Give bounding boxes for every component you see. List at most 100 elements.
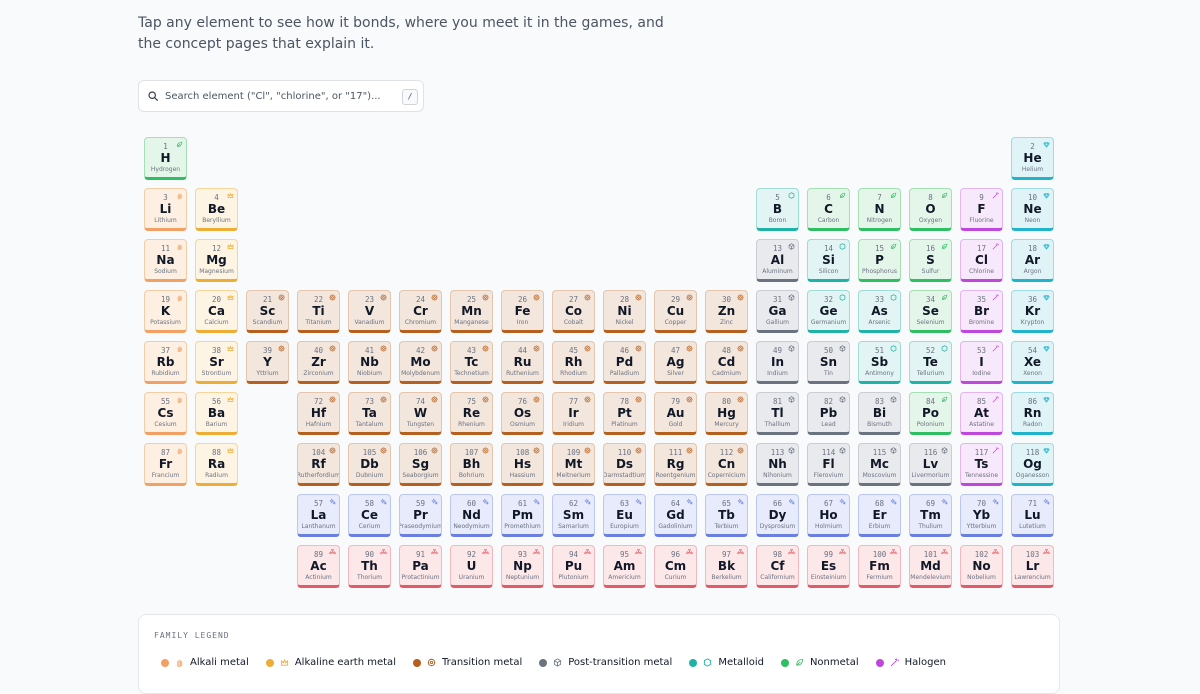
element-tile-lawrencium[interactable]: 103 Lr Lawrencium: [1011, 545, 1054, 588]
element-tile-praseodymium[interactable]: 59 Pr Praseodymium: [399, 494, 442, 537]
element-tile-seaborgium[interactable]: 106 Sg Seaborgium: [399, 443, 442, 486]
element-tile-hydrogen[interactable]: 1 H Hydrogen: [144, 137, 187, 180]
element-tile-neon[interactable]: 10 Ne Neon: [1011, 188, 1054, 231]
element-tile-californium[interactable]: 98 Cf Californium: [756, 545, 799, 588]
element-tile-hafnium[interactable]: 72 Hf Hafnium: [297, 392, 340, 435]
element-tile-polonium[interactable]: 84 Po Polonium: [909, 392, 952, 435]
element-tile-phosphorus[interactable]: 15 P Phosphorus: [858, 239, 901, 282]
element-tile-lutetium[interactable]: 71 Lu Lutetium: [1011, 494, 1054, 537]
element-tile-iridium[interactable]: 77 Ir Iridium: [552, 392, 595, 435]
element-tile-samarium[interactable]: 62 Sm Samarium: [552, 494, 595, 537]
element-tile-einsteinium[interactable]: 99 Es Einsteinium: [807, 545, 850, 588]
element-tile-lead[interactable]: 82 Pb Lead: [807, 392, 850, 435]
element-tile-tennessine[interactable]: 117 Ts Tennessine: [960, 443, 1003, 486]
element-tile-berkelium[interactable]: 97 Bk Berkelium: [705, 545, 748, 588]
element-tile-cobalt[interactable]: 27 Co Cobalt: [552, 290, 595, 333]
element-tile-antimony[interactable]: 51 Sb Antimony: [858, 341, 901, 384]
element-tile-titanium[interactable]: 22 Ti Titanium: [297, 290, 340, 333]
element-tile-nihonium[interactable]: 113 Nh Nihonium: [756, 443, 799, 486]
element-tile-barium[interactable]: 56 Ba Barium: [195, 392, 238, 435]
element-tile-nickel[interactable]: 28 Ni Nickel: [603, 290, 646, 333]
element-tile-tellurium[interactable]: 52 Te Tellurium: [909, 341, 952, 384]
element-tile-sulfur[interactable]: 16 S Sulfur: [909, 239, 952, 282]
element-tile-tin[interactable]: 50 Sn Tin: [807, 341, 850, 384]
element-tile-roentgenium[interactable]: 111 Rg Roentgenium: [654, 443, 697, 486]
element-tile-indium[interactable]: 49 In Indium: [756, 341, 799, 384]
element-tile-yttrium[interactable]: 39 Y Yttrium: [246, 341, 289, 384]
element-tile-radon[interactable]: 86 Rn Radon: [1011, 392, 1054, 435]
element-tile-helium[interactable]: 2 He Helium: [1011, 137, 1054, 180]
element-tile-platinum[interactable]: 78 Pt Platinum: [603, 392, 646, 435]
element-tile-gadolinium[interactable]: 64 Gd Gadolinium: [654, 494, 697, 537]
element-tile-terbium[interactable]: 65 Tb Terbium: [705, 494, 748, 537]
element-tile-argon[interactable]: 18 Ar Argon: [1011, 239, 1054, 282]
element-tile-nobelium[interactable]: 102 No Nobelium: [960, 545, 1003, 588]
element-tile-strontium[interactable]: 38 Sr Strontium: [195, 341, 238, 384]
element-tile-tungsten[interactable]: 74 W Tungsten: [399, 392, 442, 435]
element-tile-fluorine[interactable]: 9 F Fluorine: [960, 188, 1003, 231]
element-tile-mercury[interactable]: 80 Hg Mercury: [705, 392, 748, 435]
element-tile-astatine[interactable]: 85 At Astatine: [960, 392, 1003, 435]
element-tile-bromine[interactable]: 35 Br Bromine: [960, 290, 1003, 333]
element-tile-uranium[interactable]: 92 U Uranium: [450, 545, 493, 588]
element-tile-livermorium[interactable]: 116 Lv Livermorium: [909, 443, 952, 486]
element-tile-meitnerium[interactable]: 109 Mt Meitnerium: [552, 443, 595, 486]
element-tile-plutonium[interactable]: 94 Pu Plutonium: [552, 545, 595, 588]
element-tile-cesium[interactable]: 55 Cs Cesium: [144, 392, 187, 435]
element-tile-cadmium[interactable]: 48 Cd Cadmium: [705, 341, 748, 384]
element-tile-darmstadtium[interactable]: 110 Ds Darmstadtium: [603, 443, 646, 486]
element-tile-neptunium[interactable]: 93 Np Neptunium: [501, 545, 544, 588]
element-tile-silver[interactable]: 47 Ag Silver: [654, 341, 697, 384]
element-tile-manganese[interactable]: 25 Mn Manganese: [450, 290, 493, 333]
element-tile-oganesson[interactable]: 118 Og Oganesson: [1011, 443, 1054, 486]
element-tile-tantalum[interactable]: 73 Ta Tantalum: [348, 392, 391, 435]
element-tile-europium[interactable]: 63 Eu Europium: [603, 494, 646, 537]
element-tile-osmium[interactable]: 76 Os Osmium: [501, 392, 544, 435]
element-tile-silicon[interactable]: 14 Si Silicon: [807, 239, 850, 282]
element-tile-niobium[interactable]: 41 Nb Niobium: [348, 341, 391, 384]
element-tile-chlorine[interactable]: 17 Cl Chlorine: [960, 239, 1003, 282]
element-tile-carbon[interactable]: 6 C Carbon: [807, 188, 850, 231]
element-tile-dysprosium[interactable]: 66 Dy Dysprosium: [756, 494, 799, 537]
legend-item-halogen[interactable]: Halogen: [875, 657, 946, 668]
element-tile-technetium[interactable]: 43 Tc Technetium: [450, 341, 493, 384]
element-tile-bismuth[interactable]: 83 Bi Bismuth: [858, 392, 901, 435]
element-tile-chromium[interactable]: 24 Cr Chromium: [399, 290, 442, 333]
element-tile-germanium[interactable]: 32 Ge Germanium: [807, 290, 850, 333]
element-tile-iron[interactable]: 26 Fe Iron: [501, 290, 544, 333]
element-tile-calcium[interactable]: 20 Ca Calcium: [195, 290, 238, 333]
element-tile-actinium[interactable]: 89 Ac Actinium: [297, 545, 340, 588]
element-tile-neodymium[interactable]: 60 Nd Neodymium: [450, 494, 493, 537]
element-tile-thallium[interactable]: 81 Tl Thallium: [756, 392, 799, 435]
element-tile-bohrium[interactable]: 107 Bh Bohrium: [450, 443, 493, 486]
element-tile-thulium[interactable]: 69 Tm Thulium: [909, 494, 952, 537]
legend-item-metalloid[interactable]: Metalloid: [689, 657, 764, 668]
element-tile-promethium[interactable]: 61 Pm Promethium: [501, 494, 544, 537]
element-tile-potassium[interactable]: 19 K Potassium: [144, 290, 187, 333]
element-tile-xenon[interactable]: 54 Xe Xenon: [1011, 341, 1054, 384]
element-tile-palladium[interactable]: 46 Pd Palladium: [603, 341, 646, 384]
element-tile-thorium[interactable]: 90 Th Thorium: [348, 545, 391, 588]
element-tile-aluminum[interactable]: 13 Al Aluminum: [756, 239, 799, 282]
element-tile-holmium[interactable]: 67 Ho Holmium: [807, 494, 850, 537]
element-tile-nitrogen[interactable]: 7 N Nitrogen: [858, 188, 901, 231]
element-tile-arsenic[interactable]: 33 As Arsenic: [858, 290, 901, 333]
element-tile-francium[interactable]: 87 Fr Francium: [144, 443, 187, 486]
element-tile-protactinium[interactable]: 91 Pa Protactinium: [399, 545, 442, 588]
legend-item-nonmetal[interactable]: Nonmetal: [780, 657, 859, 668]
element-tile-lanthanum[interactable]: 57 La Lanthanum: [297, 494, 340, 537]
legend-item-post-transition-metal[interactable]: Post-transition metal: [539, 657, 672, 668]
element-tile-iodine[interactable]: 53 I Iodine: [960, 341, 1003, 384]
element-tile-lithium[interactable]: 3 Li Lithium: [144, 188, 187, 231]
element-tile-cerium[interactable]: 58 Ce Cerium: [348, 494, 391, 537]
element-tile-rubidium[interactable]: 37 Rb Rubidium: [144, 341, 187, 384]
element-tile-fermium[interactable]: 100 Fm Fermium: [858, 545, 901, 588]
element-tile-copernicium[interactable]: 112 Cn Copernicium: [705, 443, 748, 486]
element-tile-rhodium[interactable]: 45 Rh Rhodium: [552, 341, 595, 384]
legend-item-alkaline-earth-metal[interactable]: Alkaline earth metal: [265, 657, 396, 668]
element-tile-rutherfordium[interactable]: 104 Rf Rutherfordium: [297, 443, 340, 486]
element-tile-mendelevium[interactable]: 101 Md Mendelevium: [909, 545, 952, 588]
element-tile-flerovium[interactable]: 114 Fl Flerovium: [807, 443, 850, 486]
element-tile-copper[interactable]: 29 Cu Copper: [654, 290, 697, 333]
element-tile-selenium[interactable]: 34 Se Selenium: [909, 290, 952, 333]
